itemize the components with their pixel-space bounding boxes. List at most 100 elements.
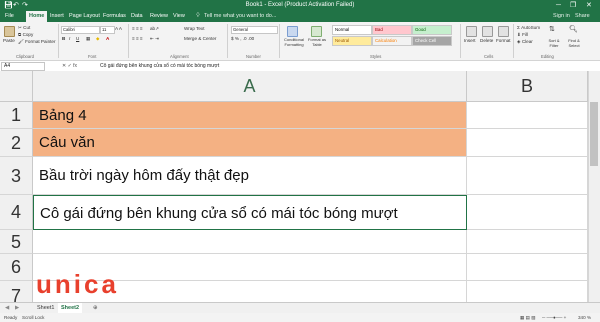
font-name-combo[interactable]: Calibri — [61, 26, 100, 34]
cell-b3[interactable] — [467, 157, 588, 195]
delete-cells-icon[interactable] — [482, 26, 493, 37]
column-header-a[interactable]: A — [33, 71, 467, 101]
sort-filter-icon[interactable]: ⇅ — [549, 26, 555, 33]
scroll-tabs-left-icon[interactable]: ◀ — [2, 303, 12, 313]
view-buttons[interactable]: ▦ ▤ ▧ — [520, 313, 536, 322]
column-header-b[interactable]: B — [467, 71, 588, 101]
row-header-4[interactable]: 4 — [0, 195, 33, 230]
format-painter-button[interactable]: 🖌︎ Format Painter — [18, 39, 56, 45]
cell-style-bad[interactable]: Bad — [372, 25, 412, 35]
align-top-icons[interactable]: ≡ ≡ ≡ — [132, 26, 143, 32]
cell-style-calculation[interactable]: Calculation — [372, 36, 412, 46]
paste-button[interactable]: Paste — [3, 38, 15, 44]
restore-button[interactable]: ❐ — [570, 1, 576, 10]
scrollbar-thumb[interactable] — [590, 102, 598, 166]
close-button[interactable]: ✕ — [586, 1, 592, 10]
insert-button[interactable]: Insert — [464, 38, 476, 44]
row-header-6[interactable]: 6 — [0, 254, 33, 281]
borders-icon[interactable]: ▦ — [86, 36, 90, 42]
sheet-tab-sheet1[interactable]: Sheet1 — [34, 303, 57, 313]
sort-filter-button[interactable]: Sort & Filter — [546, 38, 562, 48]
unica-logo-image: unica — [36, 269, 116, 299]
clear-button[interactable]: ◈ Clear — [517, 39, 533, 45]
italic-button[interactable]: I — [69, 36, 70, 42]
cell-b5[interactable] — [467, 230, 588, 254]
divider — [58, 24, 59, 58]
format-as-table-button[interactable]: Format as Table — [306, 37, 328, 47]
find-select-icon[interactable]: 🔍︎ — [569, 26, 578, 33]
cell-a1[interactable]: Bảng 4 — [33, 102, 467, 129]
name-box[interactable]: A4 — [1, 62, 45, 71]
cell-b2[interactable] — [467, 129, 588, 157]
sign-in-link[interactable]: Sign in — [553, 11, 570, 22]
row-header-1[interactable]: 1 — [0, 102, 33, 129]
scroll-tabs-right-icon[interactable]: ▶ — [12, 303, 22, 313]
font-size-combo[interactable]: 11 — [100, 26, 115, 34]
fill-button[interactable]: ⬇ Fill — [517, 32, 528, 38]
font-color-icon[interactable]: A — [106, 36, 109, 42]
tab-view[interactable]: View — [170, 11, 188, 22]
tab-formulas[interactable]: Formulas — [100, 11, 129, 22]
format-as-table-icon[interactable] — [311, 26, 322, 37]
orientation-icon[interactable]: ab↗ — [150, 26, 159, 32]
cell-a5[interactable] — [33, 230, 467, 254]
select-all-corner[interactable] — [0, 71, 33, 101]
minimize-button[interactable]: ─ — [556, 1, 561, 10]
cell-b1[interactable] — [467, 102, 588, 129]
bold-button[interactable]: B — [62, 36, 65, 42]
conditional-formatting-button[interactable]: Conditional Formatting — [281, 37, 307, 47]
autosum-button[interactable]: Σ AutoSum — [517, 25, 540, 31]
cell-b6[interactable] — [467, 254, 588, 281]
tab-review[interactable]: Review — [147, 11, 171, 22]
copy-button[interactable]: ⧉ Copy — [18, 32, 33, 38]
cell-a3[interactable]: Bầu trời ngày hôm đấy thật đẹp — [33, 157, 467, 195]
cell-a4[interactable]: Cô gái đứng bên khung cửa sổ có mái tóc … — [33, 195, 467, 230]
zoom-slider[interactable]: ─ ──●── + — [542, 313, 566, 322]
zoom-level[interactable]: 340 % — [578, 313, 591, 322]
cell-style-neutral[interactable]: Neutral — [332, 36, 372, 46]
insert-cells-icon[interactable] — [466, 26, 477, 37]
cut-button[interactable]: ✂ Cut — [18, 25, 30, 31]
format-cells-icon[interactable] — [498, 26, 509, 37]
merge-center-button[interactable]: Merge & Center — [184, 36, 216, 42]
find-select-button[interactable]: Find & Select — [565, 38, 583, 48]
wrap-text-button[interactable]: Wrap Text — [184, 26, 205, 32]
formula-input[interactable]: Cô gái đứng bên khung cửa sổ có mái tóc … — [100, 62, 219, 70]
formula-bar-icons[interactable]: ✕ ✓ fx — [62, 62, 77, 70]
cell-a2[interactable]: Câu văn — [33, 129, 467, 157]
align-left-icons[interactable]: ≡ ≡ ≡ — [132, 36, 143, 42]
lightbulb-icon: 💡︎ — [196, 13, 200, 19]
cell-style-check-cell[interactable]: Check Cell — [412, 36, 452, 46]
status-ready: Ready — [4, 315, 18, 320]
add-sheet-icon[interactable]: ⊕ — [90, 303, 101, 313]
delete-button[interactable]: Delete — [480, 38, 493, 44]
row-header-5[interactable]: 5 — [0, 230, 33, 254]
cell-style-normal[interactable]: Normal — [332, 25, 372, 35]
font-size-icons[interactable]: A A — [115, 26, 122, 32]
row-header-2[interactable]: 2 — [0, 129, 33, 157]
column-header-bar: A B — [0, 71, 600, 102]
cut-label: Cut — [23, 25, 31, 30]
share-button[interactable]: Share — [575, 11, 590, 22]
row-header-3[interactable]: 3 — [0, 157, 33, 195]
number-format-icons[interactable]: $ % , .0 .00 — [231, 36, 254, 42]
cell-style-good[interactable]: Good — [412, 25, 452, 35]
cell-b4[interactable] — [467, 195, 588, 230]
divider — [279, 24, 280, 58]
divider — [460, 24, 461, 58]
tab-data[interactable]: Data — [128, 11, 146, 22]
conditional-formatting-icon[interactable] — [287, 26, 298, 37]
format-button[interactable]: Format — [496, 38, 511, 44]
tab-home[interactable]: Home — [26, 11, 48, 22]
copy-label: Copy — [22, 32, 34, 37]
number-format-combo[interactable]: General — [231, 26, 278, 34]
title-bar: 💾︎ ↶ ↷ Book1 - Excel (Product Activation… — [0, 0, 600, 11]
underline-button[interactable]: U — [76, 36, 79, 42]
tab-insert[interactable]: Insert — [47, 11, 67, 22]
indent-icons[interactable]: ⇤ ⇥ — [150, 36, 159, 42]
tab-page-layout[interactable]: Page Layout — [66, 11, 103, 22]
paste-icon[interactable] — [4, 26, 15, 37]
tab-file[interactable]: File — [2, 11, 17, 22]
fill-color-icon[interactable]: ◆ — [96, 36, 100, 42]
tell-me-input[interactable]: Tell me what you want to do... — [204, 11, 276, 22]
